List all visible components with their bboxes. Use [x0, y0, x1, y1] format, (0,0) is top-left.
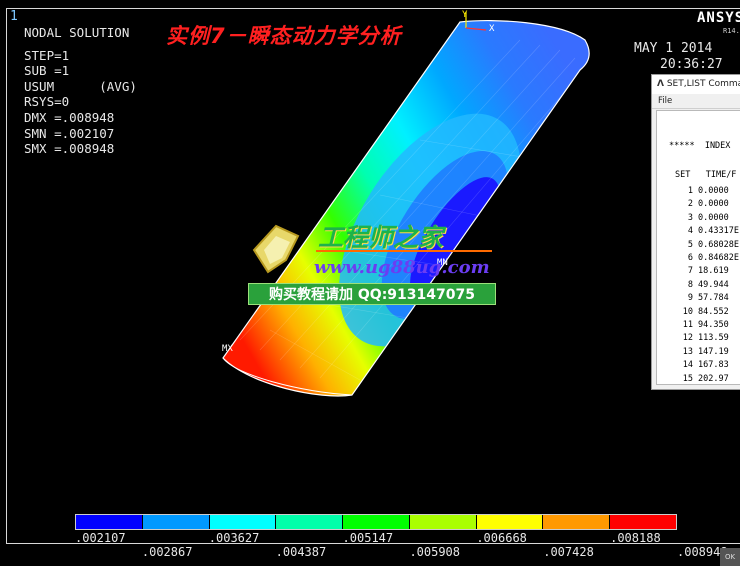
set-number: 5: [687, 239, 693, 250]
setlist-output[interactable]: ***** INDEX SET TIME/F 1 0.0000 2 0.0000 3 0.…: [656, 110, 740, 385]
watermark-divider: [316, 250, 492, 252]
set-time: 0.0000: [698, 199, 729, 210]
ok-button[interactable]: OK: [720, 548, 740, 566]
menu-file[interactable]: File: [652, 94, 740, 109]
legend-value: .007428: [543, 545, 594, 559]
legend-value: .003627: [208, 531, 260, 545]
set-time: 0.0000: [698, 212, 729, 223]
list-item: 14 167.83: [657, 360, 729, 370]
set-time: 0.0000: [698, 186, 729, 196]
set-number: 11: [682, 320, 693, 330]
overlay-title: 实例7－瞬态动力学分析: [166, 24, 402, 48]
legend-value: .002107: [75, 531, 126, 545]
set-number: 1: [687, 186, 693, 196]
setlist-column-headers: SET TIME/F: [675, 170, 736, 180]
list-item: 2 0.0000: [657, 199, 729, 209]
legend-value: .005908: [409, 545, 461, 559]
legend-swatch: [276, 515, 344, 529]
setlist-title: SET,LIST Command: [666, 79, 740, 89]
list-item: 4 0.43317E: [657, 226, 739, 236]
legend-swatch: [343, 515, 410, 529]
list-item: 12 113.59: [657, 333, 729, 343]
list-item: 1 0.0000: [657, 186, 729, 196]
set-number: 10: [682, 306, 693, 317]
list-item: 10 84.552: [657, 307, 729, 317]
ansys-version: R14.5: [723, 27, 740, 35]
set-time: 57.784: [698, 293, 729, 304]
set-time: 167.83: [698, 360, 729, 371]
set-time: 147.19: [698, 346, 729, 357]
list-item: 11 94.350: [657, 320, 729, 330]
set-time: 113.59: [698, 333, 729, 344]
legend-swatch: [610, 515, 677, 529]
legend-swatch: [142, 515, 210, 529]
watermark-contact: 购买教程请加 QQ:913147075: [248, 283, 496, 305]
col-time: TIME/F: [705, 170, 737, 180]
legend-swatch: [409, 515, 477, 529]
col-set: SET: [675, 170, 691, 180]
set-time: 84.552: [698, 306, 729, 317]
setlist-header: ***** INDEX: [669, 141, 731, 151]
set-time: 0.68028E: [698, 239, 739, 250]
legend-swatch: [76, 515, 143, 529]
setlist-titlebar[interactable]: Λ SET,LIST Command: [652, 75, 740, 94]
list-item: 9 57.784: [657, 293, 729, 303]
legend-value: .002867: [141, 545, 193, 559]
set-number: 15: [682, 373, 693, 384]
legend-swatch: [543, 515, 611, 529]
set-time: 18.619: [698, 266, 729, 277]
set-number: 8: [687, 279, 693, 290]
set-time: 49.944: [698, 279, 729, 290]
watermark-logo-icon: [252, 224, 300, 274]
date-stamp: MAY 1 2014: [634, 41, 713, 56]
ansys-logo: ANSYS: [697, 10, 740, 26]
legend-swatch: [209, 515, 277, 529]
legend-swatch: [476, 515, 544, 529]
time-stamp: 20:36:27: [660, 57, 723, 72]
list-item: 5 0.68028E: [657, 240, 739, 250]
contour-legend: [75, 514, 677, 530]
set-number: 4: [687, 226, 693, 237]
legend-value: .008188: [610, 531, 661, 545]
set-number: 14: [682, 360, 693, 371]
setlist-window[interactable]: Λ SET,LIST Command File ***** INDEX SET …: [651, 74, 740, 390]
legend-value: .006668: [476, 531, 527, 545]
set-number: 6: [687, 253, 693, 263]
set-number: 2: [687, 199, 693, 210]
set-number: 9: [687, 293, 693, 304]
set-number: 12: [682, 333, 693, 344]
set-time: 94.350: [698, 320, 729, 330]
watermark-url: www.ug88ug.com: [314, 257, 490, 278]
set-time: 0.84682E: [698, 253, 739, 263]
list-item: 8 49.944: [657, 280, 729, 290]
watermark-site-name: 工程师之家: [318, 223, 444, 252]
set-time: 202.97: [698, 373, 729, 384]
list-item: 3 0.0000: [657, 213, 729, 223]
y-axis-label: Y: [462, 10, 468, 20]
list-item: 7 18.619: [657, 266, 729, 276]
legend-value: .004387: [275, 545, 327, 559]
x-axis-label: X: [489, 24, 495, 34]
set-number: 13: [682, 346, 693, 357]
set-number: 7: [687, 266, 693, 277]
ansys-app-icon: Λ: [657, 79, 664, 89]
list-item: 15 202.97: [657, 374, 729, 384]
list-item: 6 0.84682E: [657, 253, 739, 263]
list-item: 13 147.19: [657, 347, 729, 357]
max-marker-label: MX: [222, 344, 233, 354]
legend-value: .005147: [342, 531, 394, 545]
set-number: 3: [687, 212, 693, 223]
set-time: 0.43317E: [698, 226, 739, 237]
